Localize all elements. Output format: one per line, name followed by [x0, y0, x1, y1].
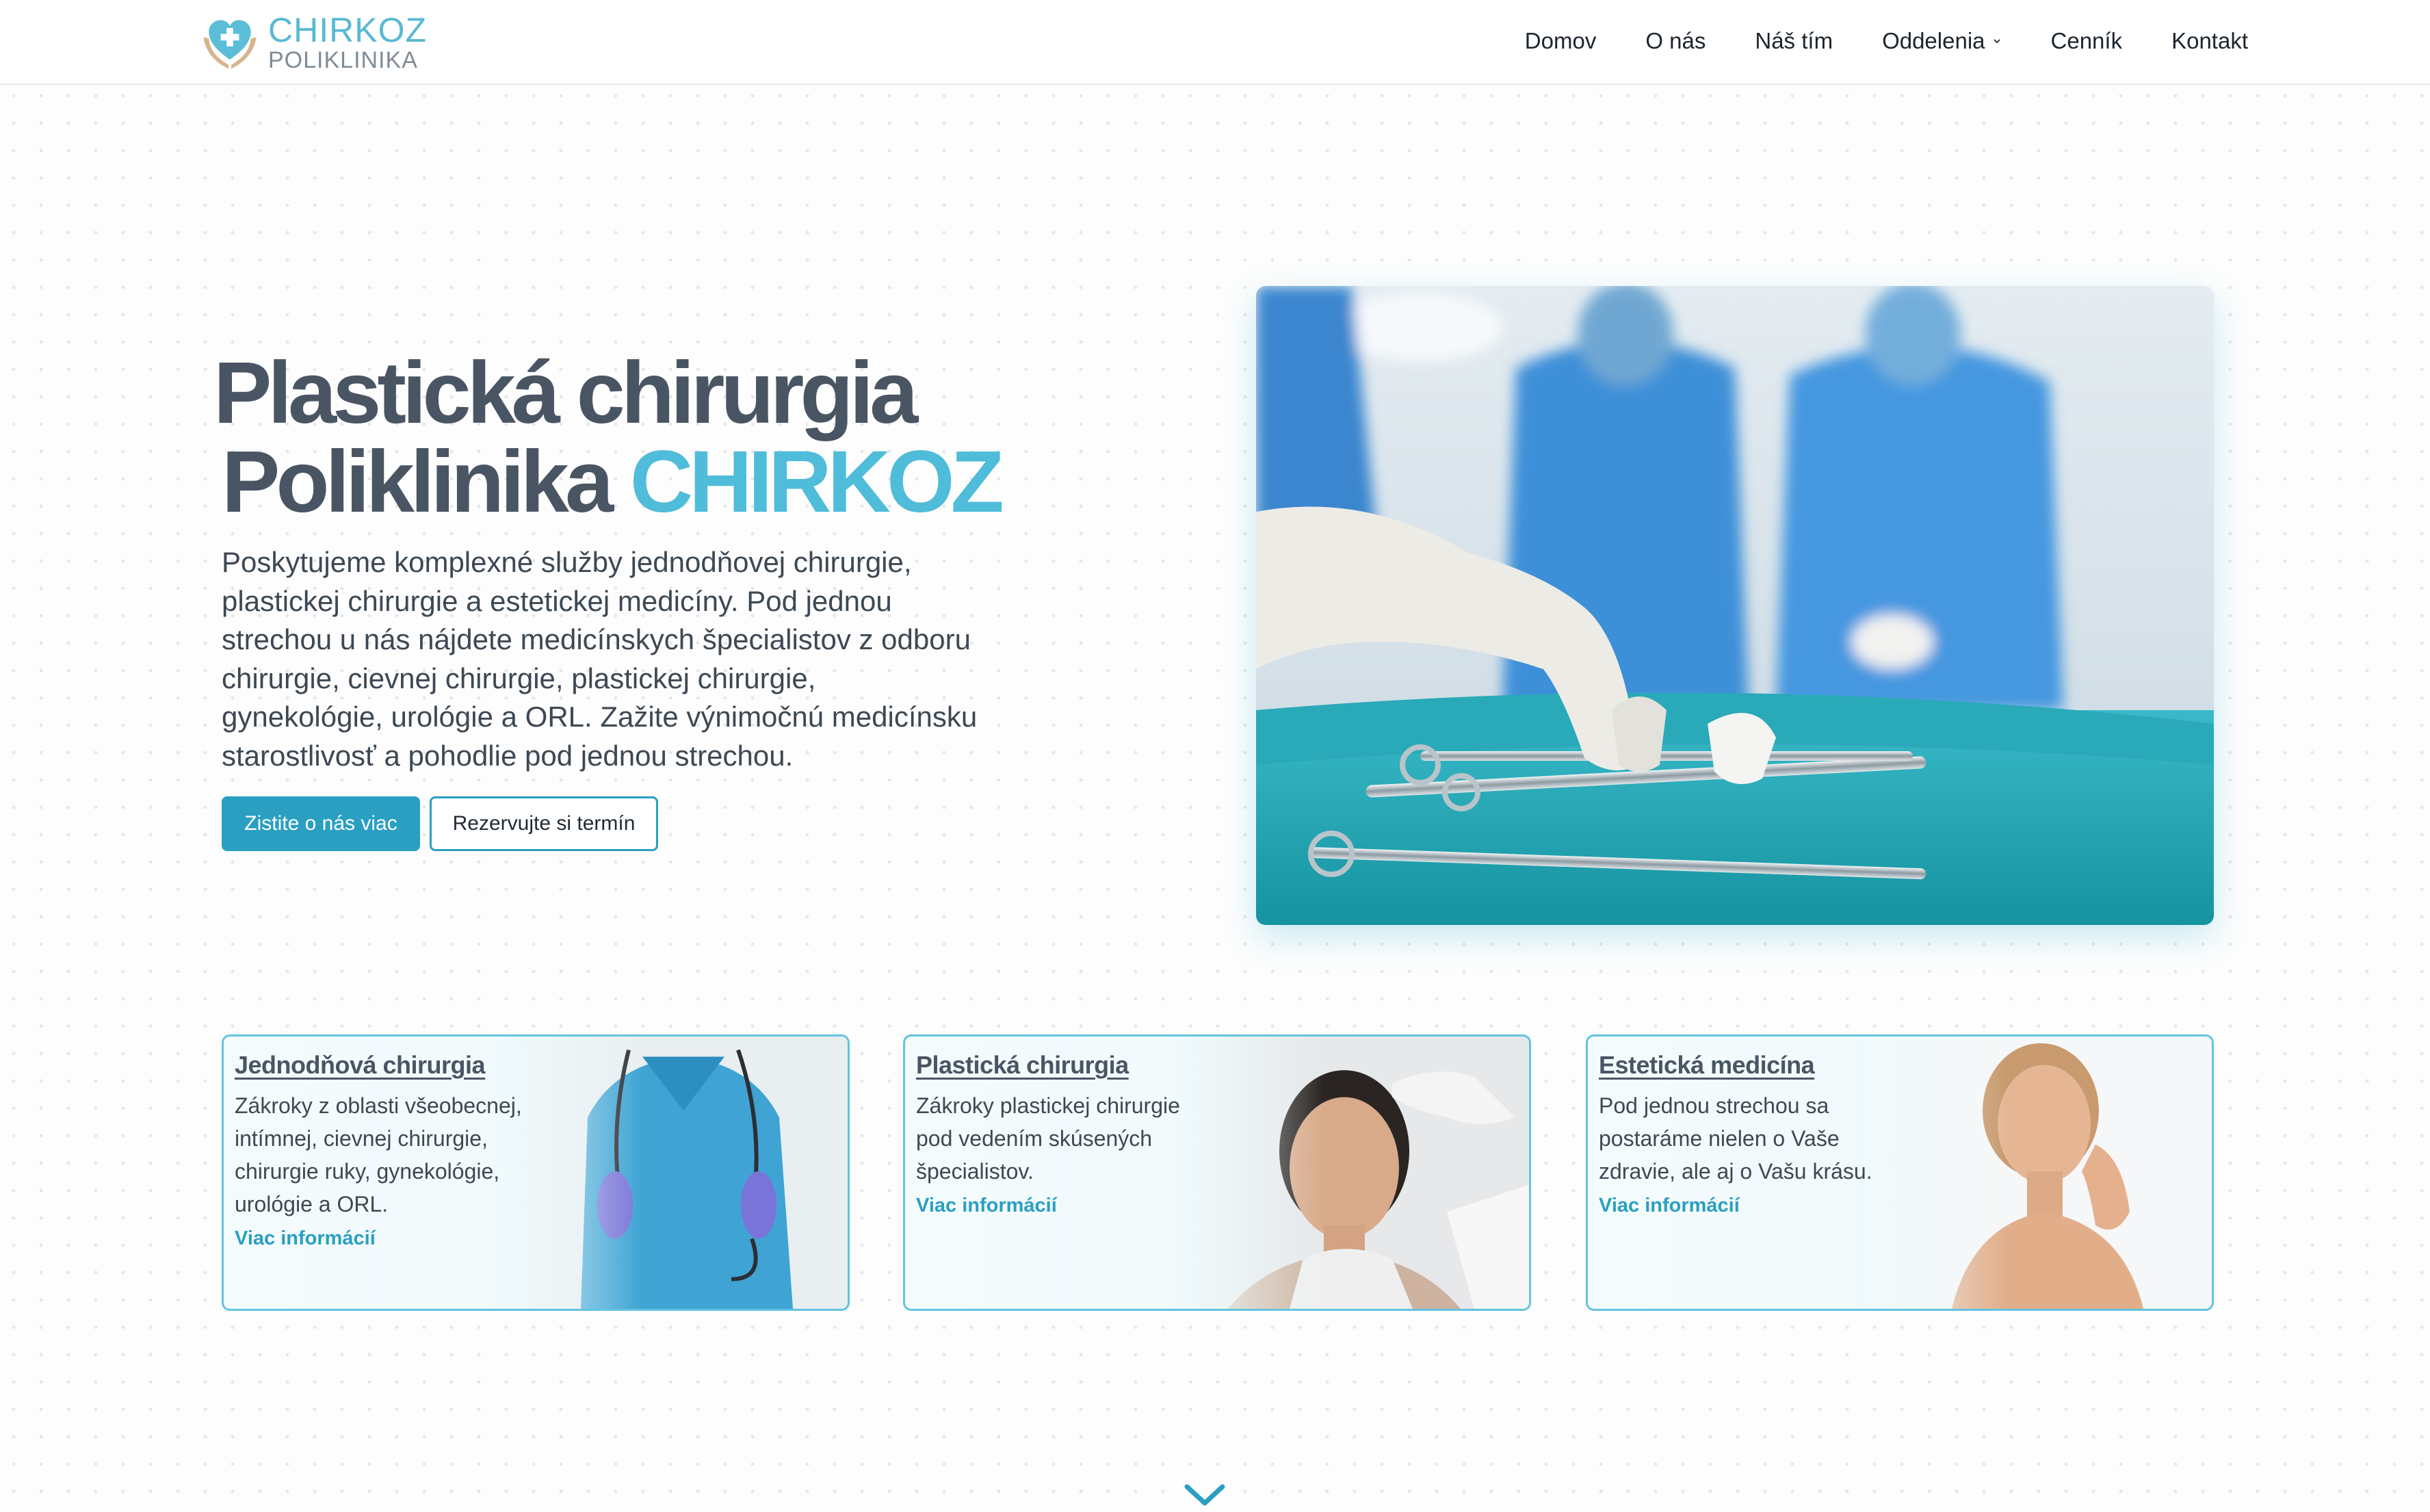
logo-name: CHIRKOZ	[268, 11, 427, 49]
service-card-plastic-surgery[interactable]: Plastická chirurgia Zákroky plastickej c…	[903, 1034, 1531, 1311]
card-content: Jednodňová chirurgia Zákroky z oblasti v…	[235, 1050, 536, 1250]
logo[interactable]: CHIRKOZ POLIKLINIKA	[197, 10, 427, 75]
card-text: Zákroky z oblasti všeobecnej, intímnej, …	[235, 1093, 522, 1217]
hero-title: Plastická chirurgia Poliklinika CHIRKOZ	[213, 349, 1004, 527]
learn-more-button[interactable]: Zistite o nás viac	[222, 796, 420, 851]
nav-item-nas-tim[interactable]: Náš tím	[1755, 28, 1833, 54]
nav-item-oddelenia-label: Oddelenia	[1882, 28, 1985, 53]
scroll-down-chevron-icon[interactable]	[1184, 1483, 1226, 1507]
more-info-link[interactable]: Viac informácií	[916, 1195, 1217, 1217]
nav-item-cennik[interactable]: Cenník	[2051, 28, 2123, 54]
more-info-link[interactable]: Viac informácií	[1599, 1195, 1900, 1217]
hero-title-accent: CHIRKOZ	[629, 433, 1004, 531]
chevron-down-icon	[1993, 39, 2000, 44]
nav-item-oddelenia[interactable]: Oddelenia	[1882, 28, 2001, 54]
card-title[interactable]: Estetická medicína	[1599, 1050, 1900, 1080]
logo-subtitle: POLIKLINIKA	[268, 47, 418, 73]
hero-image	[1256, 286, 2214, 925]
hero-title-line1: Plastická chirurgia	[213, 344, 918, 442]
book-appointment-button[interactable]: Rezervujte si termín	[430, 796, 658, 851]
card-text: Pod jednou strechou sa postaráme nielen …	[1599, 1093, 1872, 1184]
more-info-link[interactable]: Viac informácií	[235, 1227, 536, 1250]
card-content: Estetická medicína Pod jednou strechou s…	[1599, 1050, 1900, 1217]
service-card-aesthetic-medicine[interactable]: Estetická medicína Pod jednou strechou s…	[1586, 1034, 2214, 1311]
card-text: Zákroky plastickej chirurgie pod vedením…	[916, 1093, 1180, 1184]
card-content: Plastická chirurgia Zákroky plastickej c…	[916, 1050, 1217, 1217]
hero-title-line2: Poliklinika CHIRKOZ	[213, 438, 1004, 527]
nav-item-domov[interactable]: Domov	[1525, 28, 1597, 54]
card-title[interactable]: Plastická chirurgia	[916, 1050, 1217, 1080]
hero-description: Poskytujeme komplexné služby jednodňovej…	[222, 546, 978, 772]
main-nav: Domov O nás Náš tím Oddelenia Cenník Kon…	[1525, 0, 2248, 82]
card-title[interactable]: Jednodňová chirurgia	[235, 1050, 536, 1080]
site-header: CHIRKOZ POLIKLINIKA Domov O nás Náš tím …	[0, 0, 2430, 85]
service-card-day-surgery[interactable]: Jednodňová chirurgia Zákroky z oblasti v…	[222, 1034, 850, 1311]
heart-hands-icon	[203, 20, 257, 69]
surgery-photo	[1256, 286, 2214, 925]
hero-title-prefix: Poliklinika	[222, 433, 630, 531]
nav-item-kontakt[interactable]: Kontakt	[2171, 28, 2248, 54]
nav-item-o-nas[interactable]: O nás	[1645, 28, 1706, 54]
